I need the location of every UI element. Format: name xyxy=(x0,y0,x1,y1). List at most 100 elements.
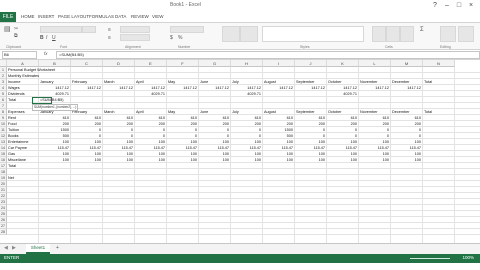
new-sheet-button[interactable]: + xyxy=(56,245,59,251)
cell-dividends-value[interactable] xyxy=(296,91,325,97)
column-header[interactable]: H xyxy=(231,60,263,67)
paste-icon[interactable]: ▤ xyxy=(4,26,11,34)
wrap-text-button[interactable] xyxy=(120,26,150,33)
autosum-icon[interactable]: Σ xyxy=(420,26,424,34)
align-top-icon[interactable]: ≡ xyxy=(108,26,111,34)
conditional-formatting-button[interactable] xyxy=(222,26,240,42)
font-size-select[interactable] xyxy=(82,26,96,33)
column-header[interactable]: I xyxy=(263,60,295,67)
cell-expense-value[interactable]: 100 xyxy=(360,157,389,163)
tab-page-layout[interactable]: PAGE LAYOUT xyxy=(58,14,89,19)
cell-expense-value[interactable]: 100 xyxy=(104,157,133,163)
maximize-icon[interactable]: □ xyxy=(454,1,464,10)
cell-expense-total-label[interactable]: Total xyxy=(8,163,37,169)
currency-icon[interactable]: $ xyxy=(170,34,173,42)
group-styles: Styles xyxy=(300,45,310,49)
cell-dividends-value[interactable] xyxy=(264,91,293,97)
window-title: Book1 - Excel xyxy=(170,2,201,8)
cell-net-label[interactable]: Net xyxy=(8,175,37,181)
gridline xyxy=(7,234,480,235)
formula-bar: B6 fx =SUM(B4:B5) xyxy=(0,50,480,60)
cell-dividends-value[interactable]: 4029.71 xyxy=(136,91,165,97)
column-header[interactable]: L xyxy=(359,60,391,67)
column-header[interactable]: K xyxy=(327,60,359,67)
number-format-select[interactable] xyxy=(170,26,204,33)
cell-expense-value[interactable]: 100 xyxy=(40,157,69,163)
tab-data[interactable]: DATA xyxy=(115,14,126,19)
delete-cells-button[interactable] xyxy=(386,26,400,42)
zoom-level[interactable]: 100% xyxy=(462,255,474,260)
cell-dividends-value[interactable] xyxy=(72,91,101,97)
group-cells: Cells xyxy=(385,45,393,49)
tab-file[interactable]: FILE xyxy=(0,12,16,22)
formula-input[interactable]: =SUM(B4:B5) xyxy=(56,51,480,59)
cell-dividends-value[interactable] xyxy=(104,91,133,97)
cell-dividends-value[interactable]: 4029.71 xyxy=(328,91,357,97)
insert-cells-button[interactable] xyxy=(372,26,386,42)
cell-styles-gallery[interactable] xyxy=(262,26,364,42)
cell-expense-value[interactable]: 100 xyxy=(232,157,261,163)
align-left-icon[interactable]: ≡ xyxy=(108,34,111,42)
group-editing: Editing xyxy=(440,45,451,49)
cell-month-header[interactable]: Total xyxy=(424,79,453,85)
sort-filter-button[interactable] xyxy=(440,26,456,42)
cell-dividends-value[interactable]: 4029.71 xyxy=(232,91,261,97)
tab-review[interactable]: REVIEW xyxy=(131,14,149,19)
sheet-tab-sheet1[interactable]: Sheet1 xyxy=(26,244,50,254)
help-icon[interactable]: ? xyxy=(430,1,440,10)
close-icon[interactable]: × xyxy=(466,1,476,10)
column-header[interactable]: M xyxy=(391,60,423,67)
worksheet-grid[interactable]: ABCDEFGHIJKLMN 1 2 3 4 5 6 7 8 9 10 11 12 13 14 15 16 17… xyxy=(0,60,480,243)
cell-expense-value[interactable]: 100 xyxy=(392,157,421,163)
column-header[interactable]: D xyxy=(103,60,135,67)
cell-expense-value[interactable]: 100 xyxy=(168,157,197,163)
format-as-table-button[interactable] xyxy=(240,26,258,42)
format-cells-button[interactable] xyxy=(400,26,414,42)
function-tooltip: SUM(number1, [number2], ...) xyxy=(32,104,79,111)
column-header[interactable]: G xyxy=(199,60,231,67)
tab-formulas[interactable]: FORMULAS xyxy=(89,14,114,19)
cell-dividends-value[interactable] xyxy=(200,91,229,97)
row-header[interactable]: 28 xyxy=(0,229,7,235)
column-header[interactable]: F xyxy=(167,60,199,67)
cell-expense-value[interactable]: 100 xyxy=(200,157,229,163)
cell-expense-value[interactable]: 100 xyxy=(328,157,357,163)
sheet-prev-icon[interactable]: ◀ xyxy=(4,245,8,251)
cell-month-header[interactable]: Total xyxy=(424,109,453,115)
cell-expense-value[interactable]: 100 xyxy=(136,157,165,163)
sheet-next-icon[interactable]: ▶ xyxy=(12,245,16,251)
italic-icon[interactable]: I xyxy=(46,34,47,42)
font-name-select[interactable] xyxy=(40,26,82,33)
fx-icon[interactable]: fx xyxy=(44,51,48,56)
find-select-button[interactable] xyxy=(458,26,474,42)
column-header[interactable]: E xyxy=(135,60,167,67)
merge-center-button[interactable] xyxy=(120,34,150,41)
bold-icon[interactable]: B xyxy=(40,34,44,42)
cell-dividends-value[interactable] xyxy=(392,91,421,97)
gridline xyxy=(7,204,480,205)
cell-dividends-value[interactable] xyxy=(168,91,197,97)
select-all-corner[interactable] xyxy=(0,60,7,67)
column-header[interactable]: A xyxy=(7,60,39,67)
copy-icon[interactable]: ⧉ xyxy=(14,32,18,40)
gridline xyxy=(7,168,480,169)
column-header[interactable]: N xyxy=(423,60,455,67)
column-header[interactable]: J xyxy=(295,60,327,67)
column-header[interactable]: B xyxy=(39,60,71,67)
tab-insert[interactable]: INSERT xyxy=(38,14,54,19)
column-header[interactable]: C xyxy=(71,60,103,67)
cell-expense-value[interactable]: 100 xyxy=(264,157,293,163)
tab-view[interactable]: VIEW xyxy=(152,14,164,19)
cell-expense-value[interactable]: 100 xyxy=(72,157,101,163)
cell-expense-value[interactable]: 100 xyxy=(296,157,325,163)
gridline xyxy=(7,228,480,229)
minimize-icon[interactable]: – xyxy=(442,1,452,10)
percent-icon[interactable]: % xyxy=(178,34,182,42)
underline-icon[interactable]: U xyxy=(52,34,56,42)
cell-dividends-value[interactable] xyxy=(360,91,389,97)
tab-home[interactable]: HOME xyxy=(21,14,35,19)
status-bar: ENTER 100% xyxy=(0,254,480,263)
zoom-slider[interactable] xyxy=(410,258,450,259)
title-bar: Book1 - Excel ? – □ × xyxy=(0,0,480,12)
name-box[interactable]: B6 xyxy=(2,51,37,59)
